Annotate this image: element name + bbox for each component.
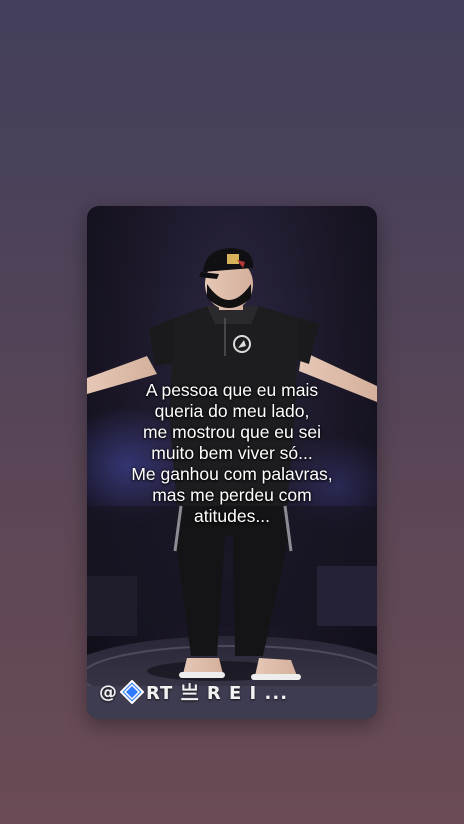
caption-line: mas me perdeu com <box>152 485 312 505</box>
caption-line: queria do meu lado, <box>154 401 310 421</box>
caption-line: me mostrou que eu sei <box>142 422 321 442</box>
watermark-name: RT 亗 R E I ... <box>146 683 289 704</box>
username-watermark: @ RT 亗 R E I ... <box>99 678 288 706</box>
story-card[interactable]: A pessoa que eu mais queria do meu lado,… <box>87 206 377 719</box>
caption-line: Me ganhou com palavras, <box>131 464 333 484</box>
watermark-at: @ <box>99 681 118 703</box>
caption-line: A pessoa que eu mais <box>145 380 319 400</box>
caption-line: atitudes... <box>194 506 270 526</box>
story-caption: A pessoa que eu mais queria do meu lado,… <box>99 380 365 527</box>
diamond-icon <box>120 680 144 704</box>
caption-line: muito bem viver só... <box>151 443 313 463</box>
